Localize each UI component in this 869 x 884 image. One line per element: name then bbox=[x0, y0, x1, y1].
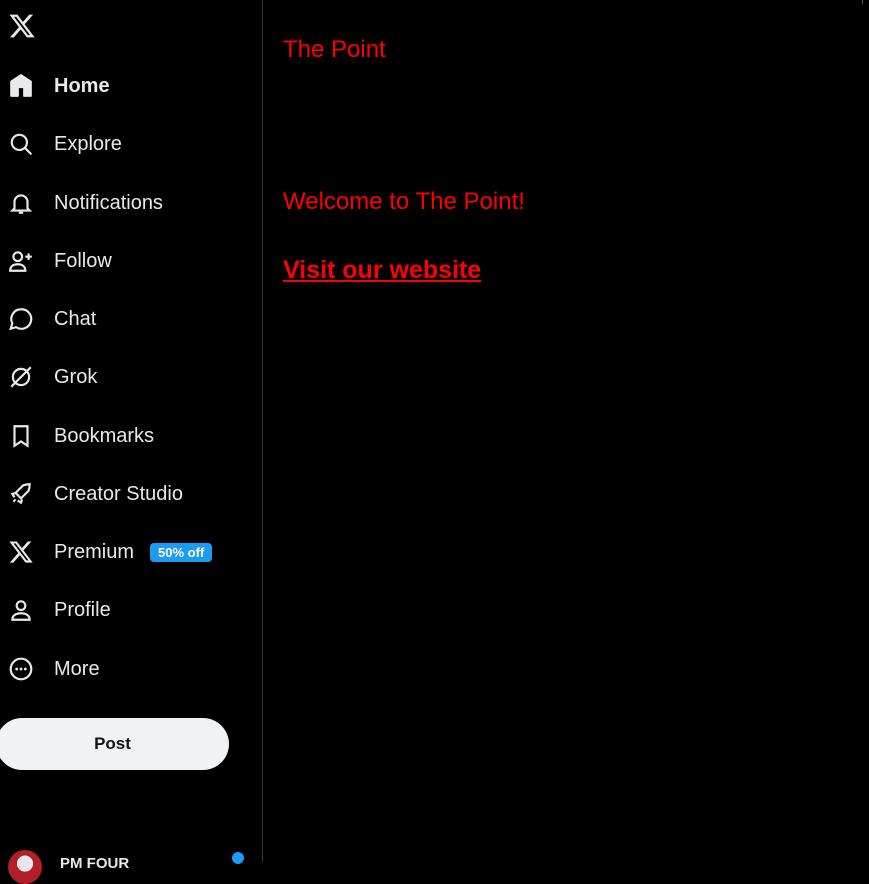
bookmark-icon bbox=[8, 423, 34, 449]
page-title: The Point bbox=[283, 36, 386, 64]
premium-discount-badge: 50% off bbox=[150, 543, 212, 562]
avatar bbox=[8, 850, 42, 884]
rocket-icon bbox=[8, 481, 34, 507]
person-icon bbox=[8, 597, 34, 623]
nav-label-chat: Chat bbox=[54, 308, 96, 331]
nav-item-notifications[interactable]: Notifications bbox=[0, 183, 163, 223]
nav-item-more[interactable]: More bbox=[0, 649, 100, 689]
search-icon bbox=[8, 131, 34, 157]
welcome-text: Welcome to The Point! bbox=[283, 188, 525, 216]
chat-bubble-icon bbox=[8, 306, 34, 332]
nav-item-home[interactable]: Home bbox=[0, 66, 110, 106]
main-content: The Point Welcome to The Point! Visit ou… bbox=[263, 0, 869, 862]
nav-label-creator-studio: Creator Studio bbox=[54, 483, 183, 506]
nav-item-explore[interactable]: Explore bbox=[0, 124, 122, 164]
nav-label-explore: Explore bbox=[54, 133, 122, 156]
nav-item-creator-studio[interactable]: Creator Studio bbox=[0, 474, 183, 514]
nav-item-profile[interactable]: Profile bbox=[0, 590, 111, 630]
nav-item-chat[interactable]: Chat bbox=[0, 299, 96, 339]
x-icon bbox=[8, 539, 34, 565]
account-switcher[interactable]: PM FOUR bbox=[8, 850, 129, 884]
bell-icon bbox=[8, 190, 34, 216]
account-name: PM FOUR bbox=[60, 855, 129, 872]
home-icon bbox=[8, 73, 34, 99]
post-button[interactable]: Post bbox=[0, 718, 229, 770]
nav-label-notifications: Notifications bbox=[54, 192, 163, 215]
scrollbar-edge bbox=[862, 0, 863, 4]
person-add-icon bbox=[8, 248, 34, 274]
nav-item-premium[interactable]: Premium 50% off bbox=[0, 532, 212, 572]
visit-website-link[interactable]: Visit our website bbox=[283, 256, 481, 285]
more-circle-icon bbox=[8, 656, 34, 682]
verified-badge-icon bbox=[232, 852, 244, 864]
nav-label-bookmarks: Bookmarks bbox=[54, 425, 154, 448]
grok-icon bbox=[8, 364, 34, 390]
x-logo-icon[interactable] bbox=[8, 12, 36, 40]
nav-label-follow: Follow bbox=[54, 250, 112, 273]
sidebar: Home Explore Notifications Follow Chat G… bbox=[0, 0, 263, 862]
nav-label-profile: Profile bbox=[54, 599, 111, 622]
nav-label-premium: Premium bbox=[54, 541, 134, 564]
nav-label-more: More bbox=[54, 658, 100, 681]
nav-label-grok: Grok bbox=[54, 366, 97, 389]
nav-label-home: Home bbox=[54, 75, 110, 98]
nav-item-bookmarks[interactable]: Bookmarks bbox=[0, 416, 154, 456]
nav-item-follow[interactable]: Follow bbox=[0, 241, 112, 281]
nav-item-grok[interactable]: Grok bbox=[0, 357, 97, 397]
